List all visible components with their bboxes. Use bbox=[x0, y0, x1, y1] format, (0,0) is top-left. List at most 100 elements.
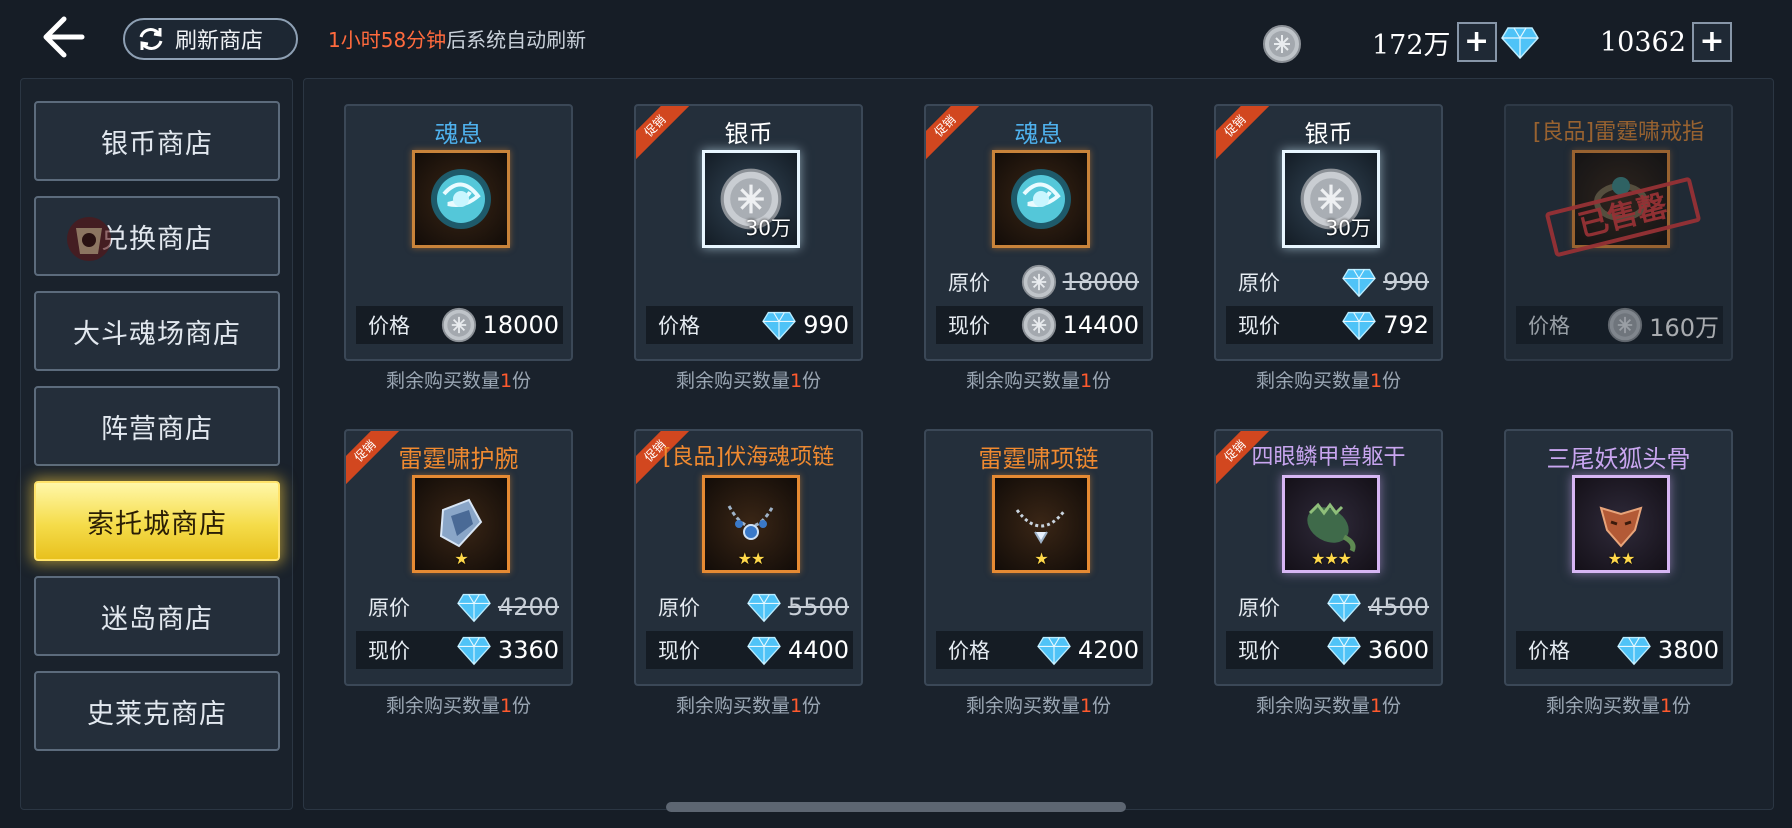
remaining-quantity: 剩余购买数量1份 bbox=[634, 691, 863, 718]
star-rating: ★ bbox=[1034, 549, 1048, 568]
sidebar-item-label: 迷岛商店 bbox=[101, 603, 213, 635]
silver-coin-icon bbox=[1021, 264, 1056, 300]
bracer-icon: ★ bbox=[412, 475, 510, 573]
original-price-label: 原价 bbox=[948, 271, 990, 295]
soul-orb-icon bbox=[992, 150, 1090, 248]
price-label: 价格 bbox=[658, 314, 700, 338]
necklace-icon: ★★ bbox=[702, 475, 800, 573]
shop-item-card[interactable]: 雷霆啸项链 ★ 价格 4200 bbox=[924, 429, 1153, 686]
sidebar-item-sotto-city-shop[interactable]: 索托城商店 bbox=[34, 481, 280, 561]
item-name: 魂息 bbox=[1014, 120, 1063, 148]
current-price-row: 现价 3360 bbox=[356, 631, 563, 669]
original-price-row: 原价 4200 bbox=[356, 588, 563, 626]
price-row: 价格 990 bbox=[646, 306, 853, 344]
remain-suffix: 份 bbox=[1382, 695, 1402, 717]
price-value: 4200 bbox=[1077, 636, 1139, 664]
original-price-row: 原价 18000 bbox=[936, 263, 1143, 301]
diamond-icon bbox=[1327, 636, 1361, 666]
current-price-label: 现价 bbox=[948, 314, 990, 338]
current-price-row: 现价 14400 bbox=[936, 306, 1143, 344]
exchange-badge-icon bbox=[62, 210, 116, 268]
remain-suffix: 份 bbox=[802, 695, 822, 717]
sidebar-item-silver-shop[interactable]: 银币商店 bbox=[34, 101, 280, 181]
star-rating: ★★★ bbox=[1310, 549, 1352, 568]
price-label: 价格 bbox=[948, 639, 990, 663]
shop-item-card[interactable]: 促销 魂息 原价 18000 现价 14400 bbox=[924, 104, 1153, 361]
star-rating: ★★ bbox=[737, 549, 766, 568]
silver-coin-icon bbox=[1608, 307, 1643, 343]
shop-item-card[interactable]: [良品]雷霆啸戒指 已售罄 价格 160万 bbox=[1504, 104, 1733, 361]
shop-item-card[interactable]: 促销 银币 30万 价格 990 bbox=[634, 104, 863, 361]
auto-refresh-notice: 1小时58分钟后系统自动刷新 bbox=[328, 24, 586, 53]
item-name: [良品]伏海魂项链 bbox=[662, 445, 835, 470]
sidebar-item-arena-shop[interactable]: 大斗魂场商店 bbox=[34, 291, 280, 371]
sidebar-item-exchange-shop[interactable]: 兑换商店 bbox=[34, 196, 280, 276]
remain-suffix: 份 bbox=[1382, 370, 1402, 392]
shop-item-card[interactable]: 促销 四眼鳞甲兽躯干 ★★★ 原价 4500 现价 3600 bbox=[1214, 429, 1443, 686]
diamond-balance: 10362 + bbox=[1600, 22, 1732, 62]
current-price-value: 3600 bbox=[1367, 636, 1429, 664]
add-silver-button[interactable]: + bbox=[1456, 22, 1497, 62]
item-name: 三尾妖狐头骨 bbox=[1546, 445, 1691, 473]
remaining-quantity: 剩余购买数量1份 bbox=[924, 366, 1153, 393]
sidebar-item-shrek-shop[interactable]: 史莱克商店 bbox=[34, 671, 280, 751]
refresh-suffix: 后系统自动刷新 bbox=[446, 28, 587, 52]
shop-item-card[interactable]: 三尾妖狐头骨 ★★ 价格 3800 bbox=[1504, 429, 1733, 686]
current-price-label: 现价 bbox=[368, 639, 410, 663]
diamond-icon bbox=[762, 311, 797, 341]
original-price-value: 5500 bbox=[787, 593, 849, 621]
star-rating: ★★ bbox=[1607, 549, 1636, 568]
remain-count: 1 bbox=[789, 370, 803, 392]
diamond-icon bbox=[457, 593, 491, 623]
beast-torso-icon: ★★★ bbox=[1282, 475, 1380, 573]
diamond-icon bbox=[1342, 311, 1377, 341]
sidebar-item-island-shop[interactable]: 迷岛商店 bbox=[34, 576, 280, 656]
shop-item-card[interactable]: 魂息 价格 18000 bbox=[344, 104, 573, 361]
silver-coin-icon bbox=[441, 307, 476, 343]
diamond-icon bbox=[1617, 636, 1651, 666]
original-price-value: 990 bbox=[1383, 268, 1429, 296]
remain-count: 1 bbox=[499, 695, 513, 717]
shop-item-card[interactable]: 促销 [良品]伏海魂项链 ★★ 原价 5500 现价 4400 bbox=[634, 429, 863, 686]
silver-coin-icon bbox=[1262, 24, 1302, 68]
remain-prefix: 剩余购买数量 bbox=[385, 695, 500, 717]
original-price-value: 4500 bbox=[1367, 593, 1429, 621]
refresh-shop-button[interactable]: 刷新商店 bbox=[123, 18, 298, 60]
price-value: 18000 bbox=[482, 311, 559, 339]
remaining-quantity: 剩余购买数量1份 bbox=[1214, 366, 1443, 393]
remain-suffix: 份 bbox=[512, 695, 532, 717]
fox-skull-icon: ★★ bbox=[1572, 475, 1670, 573]
remain-suffix: 份 bbox=[1092, 370, 1112, 392]
original-price-row: 原价 5500 bbox=[646, 588, 853, 626]
shop-item-card[interactable]: 促销 银币 30万 原价 990 现价 792 bbox=[1214, 104, 1443, 361]
remain-count: 1 bbox=[1369, 695, 1383, 717]
silver-coin-icon bbox=[1021, 307, 1056, 343]
sidebar-item-label: 史莱克商店 bbox=[87, 698, 227, 730]
price-row: 价格 4200 bbox=[936, 631, 1143, 669]
item-name: 银币 bbox=[1304, 120, 1353, 148]
current-price-label: 现价 bbox=[1238, 639, 1280, 663]
sidebar-item-faction-shop[interactable]: 阵营商店 bbox=[34, 386, 280, 466]
remain-suffix: 份 bbox=[512, 370, 532, 392]
item-name: 银币 bbox=[724, 120, 773, 148]
horizontal-scrollbar[interactable] bbox=[666, 802, 1126, 812]
shop-item-grid: 魂息 价格 18000 促销 银币 30万 价格 990 促销 魂息 原价 18… bbox=[303, 78, 1774, 810]
remaining-quantity: 剩余购买数量1份 bbox=[1504, 691, 1733, 718]
diamond-icon bbox=[1342, 268, 1377, 298]
remain-suffix: 份 bbox=[802, 370, 822, 392]
remain-prefix: 剩余购买数量 bbox=[965, 695, 1080, 717]
sidebar-item-label: 兑换商店 bbox=[101, 223, 213, 255]
item-name: 雷霆啸项链 bbox=[978, 445, 1099, 473]
price-label: 价格 bbox=[1528, 639, 1570, 663]
item-name: 四眼鳞甲兽躯干 bbox=[1251, 445, 1406, 470]
remain-count: 1 bbox=[1079, 695, 1093, 717]
star-rating: ★ bbox=[454, 549, 468, 568]
price-value: 160万 bbox=[1649, 313, 1719, 342]
original-price-row: 原价 4500 bbox=[1226, 588, 1433, 626]
back-arrow-icon[interactable] bbox=[38, 14, 88, 60]
remain-count: 1 bbox=[1369, 370, 1383, 392]
refresh-icon bbox=[139, 28, 163, 50]
add-diamond-button[interactable]: + bbox=[1691, 22, 1732, 62]
soul-orb-icon bbox=[412, 150, 510, 248]
shop-item-card[interactable]: 促销 雷霆啸护腕 ★ 原价 4200 现价 3360 bbox=[344, 429, 573, 686]
